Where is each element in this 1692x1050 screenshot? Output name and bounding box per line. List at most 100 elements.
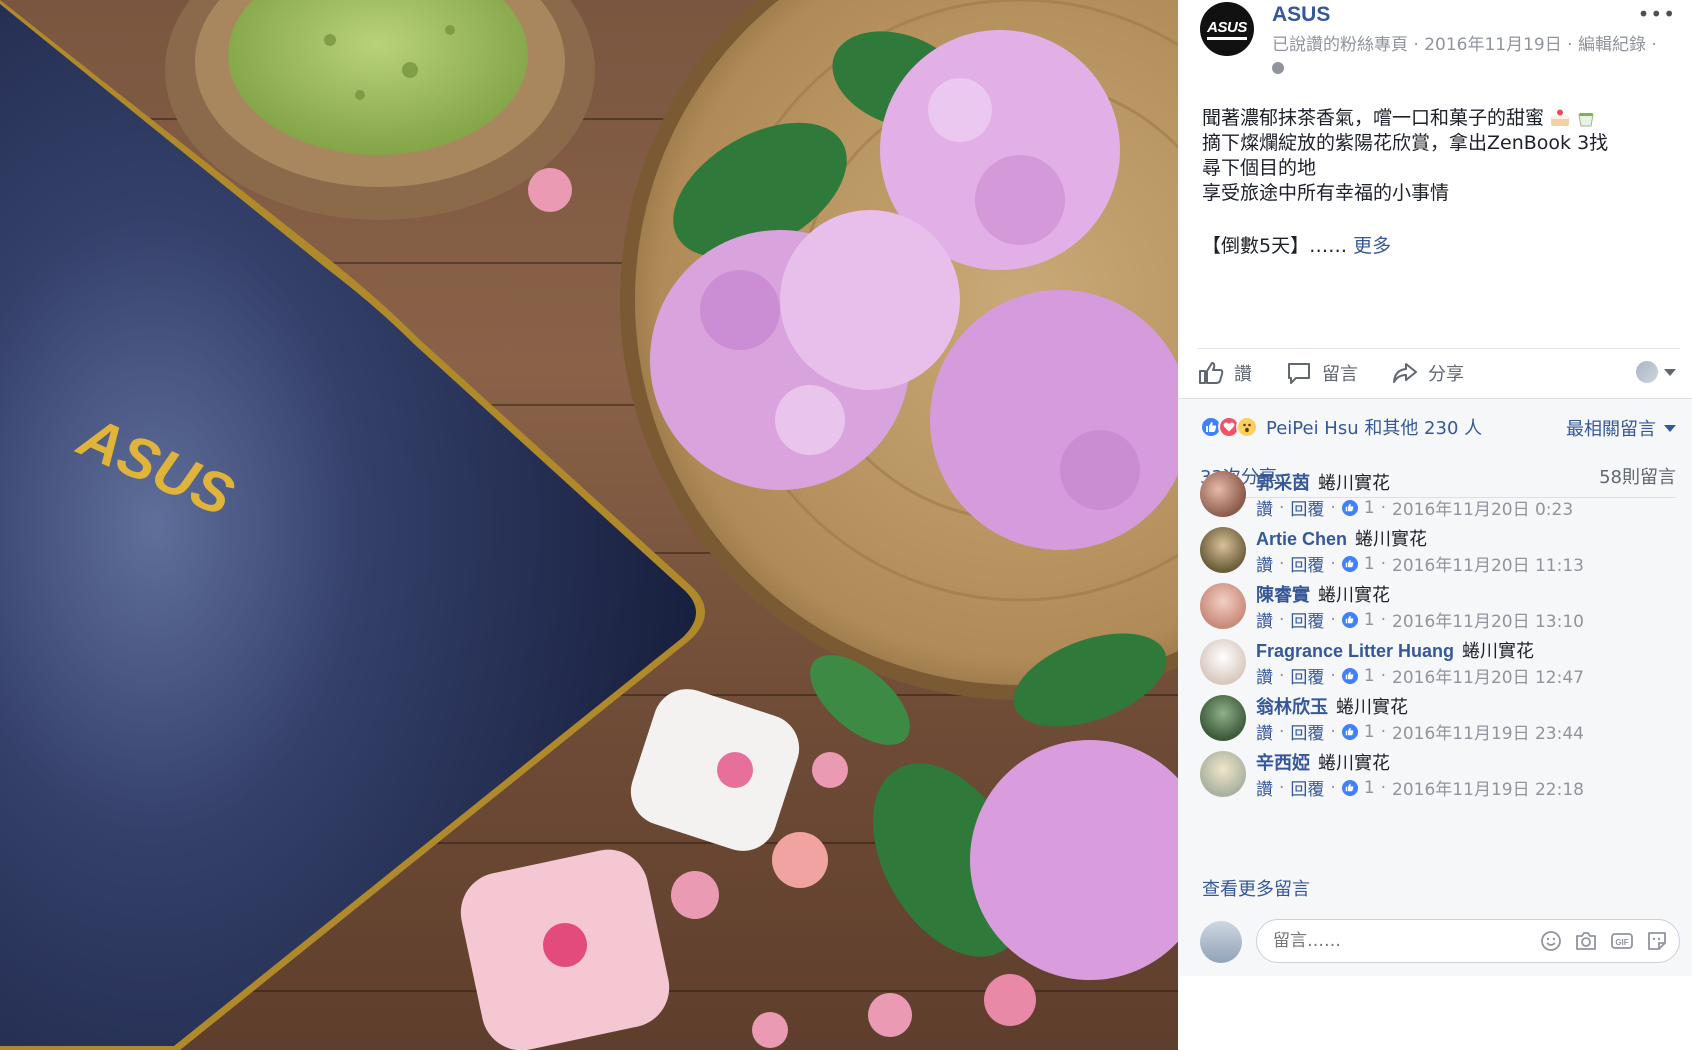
reactions-summary[interactable]: PeiPei Hsu 和其他 230 人 最相關留言: [1200, 413, 1676, 441]
comment-reaction-count[interactable]: 1: [1364, 554, 1375, 574]
comment-avatar[interactable]: [1200, 471, 1246, 517]
comment-author[interactable]: Fragrance Litter Huang: [1256, 641, 1454, 661]
like-badge-icon: [1341, 667, 1358, 684]
comment-reaction-count[interactable]: 1: [1364, 498, 1375, 518]
comment-like-link[interactable]: 讚: [1256, 775, 1273, 800]
view-more-comments-link[interactable]: 查看更多留言: [1202, 875, 1310, 901]
svg-text:GIF: GIF: [1615, 938, 1628, 947]
comment-like-link[interactable]: 讚: [1256, 607, 1273, 632]
comment-timestamp[interactable]: 2016年11月20日 13:10: [1392, 607, 1584, 632]
chevron-down-icon: [1664, 368, 1676, 376]
like-badge-icon: [1341, 555, 1358, 572]
gif-icon[interactable]: GIF: [1610, 930, 1634, 952]
tea-emoji-icon: [1578, 113, 1594, 127]
comments-section: PeiPei Hsu 和其他 230 人 最相關留言 33次分享 58則留言 郭…: [1178, 398, 1692, 976]
comment-reply-link[interactable]: 回覆: [1290, 719, 1324, 744]
comment-avatar[interactable]: [1200, 751, 1246, 797]
comment-author-row: Fragrance Litter Huang 蜷川實花: [1256, 637, 1534, 663]
comment-author-row: Artie Chen 蜷川實花: [1256, 525, 1427, 551]
comment-like-link[interactable]: 讚: [1256, 719, 1273, 744]
comment-item: Fragrance Litter Huang 蜷川實花 讚 · 回覆 · 1 · 201…: [1200, 637, 1680, 693]
comment-sort-label: 最相關留言: [1566, 419, 1656, 440]
current-user-avatar[interactable]: [1200, 921, 1242, 963]
reactions-text[interactable]: PeiPei Hsu 和其他 230 人: [1266, 414, 1482, 440]
comment-text: 蜷川實花: [1318, 585, 1390, 606]
comment-author-row: 郭采茵 蜷川實花: [1256, 469, 1390, 495]
post-header: ASUS ASUS 已說讚的粉絲專頁 · 2016年11月19日 · 編輯紀錄 …: [1200, 0, 1680, 90]
comment-sort-dropdown[interactable]: 最相關留言: [1566, 415, 1676, 441]
comment-text: 蜷川實花: [1318, 753, 1390, 774]
comment-author[interactable]: 郭采茵: [1256, 473, 1310, 493]
comment-meta: 讚 · 回覆 · 1 · 2016年11月19日 22:18: [1256, 775, 1584, 801]
post-line: 尋下個目的地: [1202, 157, 1317, 179]
post-meta: 已說讚的粉絲專頁 · 2016年11月19日 · 編輯紀錄 ·: [1272, 33, 1672, 81]
comment-text: 蜷川實花: [1336, 697, 1408, 718]
see-more-link[interactable]: 更多: [1353, 235, 1391, 257]
comment-reply-link[interactable]: 回覆: [1290, 495, 1324, 520]
comment-text: 蜷川實花: [1318, 473, 1390, 494]
comment-reply-link[interactable]: 回覆: [1290, 663, 1324, 688]
post-body: 聞著濃郁抹茶香氣，嚐一口和菓子的甜蜜 摘下燦爛綻放的紫陽花欣賞，拿出ZenBoo…: [1202, 104, 1672, 206]
comment-timestamp[interactable]: 2016年11月19日 22:18: [1392, 775, 1584, 800]
share-button[interactable]: 分享: [1392, 360, 1464, 386]
comment-meta: 讚 · 回覆 · 1 · 2016年11月20日 12:47: [1256, 663, 1584, 689]
comment-composer: GIF: [1200, 919, 1680, 965]
comment-reaction-count[interactable]: 1: [1364, 722, 1375, 742]
comment-item: 郭采茵 蜷川實花 讚 · 回覆 · 1 · 2016年11月20日 0:23: [1200, 469, 1680, 525]
post-panel: ASUS ASUS 已說讚的粉絲專頁 · 2016年11月19日 · 編輯紀錄 …: [1178, 0, 1692, 1050]
comment-button[interactable]: 留言: [1286, 360, 1358, 386]
comment-author[interactable]: 陳睿實: [1256, 585, 1310, 605]
comment-meta: 讚 · 回覆 · 1 · 2016年11月20日 13:10: [1256, 607, 1584, 633]
like-label: 讚: [1234, 363, 1252, 385]
comment-reaction-count[interactable]: 1: [1364, 666, 1375, 686]
comment-author[interactable]: Artie Chen: [1256, 529, 1347, 549]
comment-reaction-count[interactable]: 1: [1364, 610, 1375, 630]
camera-icon[interactable]: [1574, 930, 1598, 952]
comment-avatar[interactable]: [1200, 695, 1246, 741]
comment-like-link[interactable]: 讚: [1256, 495, 1273, 520]
comment-item: 辛西婭 蜷川實花 讚 · 回覆 · 1 · 2016年11月19日 22:18: [1200, 749, 1680, 805]
action-bar: 讚 留言 分享: [1198, 348, 1680, 396]
post-line: 聞著濃郁抹茶香氣，嚐一口和菓子的甜蜜: [1202, 104, 1672, 131]
share-icon: [1393, 362, 1417, 383]
comment-avatar[interactable]: [1200, 639, 1246, 685]
post-line: 摘下燦爛綻放的紫陽花欣賞，拿出ZenBook 3找: [1202, 132, 1609, 154]
comment-like-link[interactable]: 讚: [1256, 551, 1273, 576]
post-photo[interactable]: ASUS: [0, 0, 1178, 1050]
comment-author[interactable]: 辛西婭: [1256, 753, 1310, 773]
comment-reply-link[interactable]: 回覆: [1290, 607, 1324, 632]
comment-reply-link[interactable]: 回覆: [1290, 551, 1324, 576]
more-options-icon[interactable]: •••: [1638, 2, 1676, 26]
comment-timestamp[interactable]: 2016年11月20日 11:13: [1392, 551, 1584, 576]
comment-meta: 讚 · 回覆 · 1 · 2016年11月20日 0:23: [1256, 495, 1573, 521]
page-name[interactable]: ASUS: [1272, 3, 1330, 27]
comment-timestamp[interactable]: 2016年11月19日 23:44: [1392, 719, 1584, 744]
like-badge-icon: [1341, 779, 1358, 796]
comment-timestamp[interactable]: 2016年11月20日 0:23: [1392, 495, 1573, 520]
like-badge-icon: [1341, 723, 1358, 740]
audience-selector[interactable]: [1636, 361, 1676, 383]
like-badge-icon: [1341, 611, 1358, 628]
emoji-icon[interactable]: [1540, 930, 1562, 952]
comment-author-row: 陳睿實 蜷川實花: [1256, 581, 1390, 607]
comment-label: 留言: [1322, 363, 1358, 385]
comment-reply-link[interactable]: 回覆: [1290, 775, 1324, 800]
profile-thumbnail-icon: [1636, 361, 1658, 383]
comment-author-row: 翁林欣玉 蜷川實花: [1256, 693, 1408, 719]
page-avatar[interactable]: ASUS: [1200, 2, 1254, 56]
post-meta-text[interactable]: 已說讚的粉絲專頁 · 2016年11月19日 · 編輯紀錄 ·: [1272, 35, 1657, 55]
comment-item: Artie Chen 蜷川實花 讚 · 回覆 · 1 · 2016年11月20日 11:…: [1200, 525, 1680, 581]
comment-avatar[interactable]: [1200, 527, 1246, 573]
like-button[interactable]: 讚: [1198, 360, 1252, 386]
comment-avatar[interactable]: [1200, 583, 1246, 629]
comment-author[interactable]: 翁林欣玉: [1256, 697, 1328, 717]
comment-like-link[interactable]: 讚: [1256, 663, 1273, 688]
like-badge-icon: [1341, 499, 1358, 516]
share-label: 分享: [1428, 363, 1464, 385]
comment-text: 蜷川實花: [1355, 529, 1428, 550]
comment-timestamp[interactable]: 2016年11月20日 12:47: [1392, 663, 1584, 688]
comment-reaction-count[interactable]: 1: [1364, 778, 1375, 798]
sticker-icon[interactable]: [1646, 930, 1668, 952]
cake-emoji-icon: [1551, 109, 1570, 126]
page-avatar-logo: ASUS: [1207, 19, 1247, 40]
